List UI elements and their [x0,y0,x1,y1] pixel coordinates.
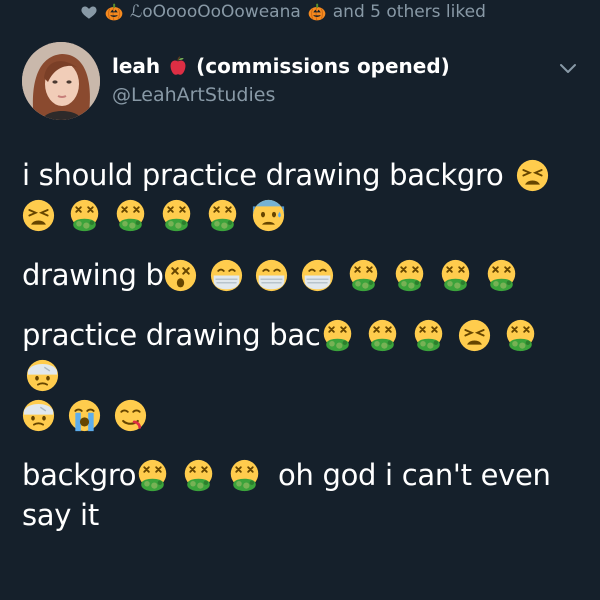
vomiting-face-emoji [395,259,424,292]
vomiting-face-emoji [162,199,191,232]
vomiting-face-emoji [415,319,443,352]
tired-face-emoji [517,159,549,192]
tweet-body: i should practice drawing backgro drawin… [22,155,582,555]
tweet-text: drawing b [22,258,164,292]
avatar[interactable] [22,42,100,120]
tweet-text: practice drawing bac [22,318,321,352]
vomiting-face-emoji [139,459,167,492]
tweet-text: backgro [22,458,137,492]
social-context[interactable]: ℒoOoooOoOoweana and 5 others liked [80,0,486,24]
tweet-paragraph: i should practice drawing backgro [22,155,582,235]
medical-mask-face-emoji [210,259,242,292]
display-name[interactable]: leah [112,54,160,78]
user-handle[interactable]: @LeahArtStudies [112,84,275,106]
chevron-down-icon[interactable] [556,56,580,80]
display-name-suffix[interactable]: (commissions opened) [196,54,450,78]
vomiting-face-emoji [369,319,397,352]
vomiting-face-emoji [116,199,145,232]
heart-icon [81,6,97,19]
author-name-row[interactable]: leah (commissions opened) [112,54,450,78]
vomiting-face-emoji [441,259,470,292]
vomiting-face-emoji [487,259,516,292]
tweet-header: leah (commissions opened) @LeahArtStudie… [22,42,582,120]
medical-mask-face-emoji [302,259,334,292]
pumpkin-icon [308,3,326,21]
tweet-paragraph: drawing b [22,255,582,295]
vomiting-face-emoji [350,259,378,292]
vomiting-face-emoji [506,319,535,352]
pumpkin-icon [105,3,123,21]
vomiting-face-emoji [323,319,351,352]
vomiting-face-emoji [184,459,213,492]
tired-face-emoji [22,199,55,232]
tweet-paragraph: practice drawing bac [22,315,582,435]
bandaged-head-face-emoji [26,359,59,392]
likes-suffix[interactable]: and 5 others liked [333,2,486,22]
tweet-text: i should practice drawing backgro [22,158,504,192]
red-apple-icon [170,56,186,75]
dizzy-face-emoji [164,259,196,292]
tweet-paragraph: backgro oh god i can't even say it [22,455,582,535]
loudly-crying-face-emoji [68,399,101,432]
bandaged-head-face-emoji [22,399,55,432]
medical-mask-face-emoji [256,259,288,292]
vomiting-face-emoji [208,199,236,232]
drooling-face-emoji [114,399,146,432]
anxious-sweat-face-emoji [252,199,284,232]
tired-face-emoji [459,319,491,352]
vomiting-face-emoji [230,459,259,492]
liker-name[interactable]: ℒoOoooOoOoweana [130,2,301,22]
vomiting-face-emoji [70,199,99,232]
